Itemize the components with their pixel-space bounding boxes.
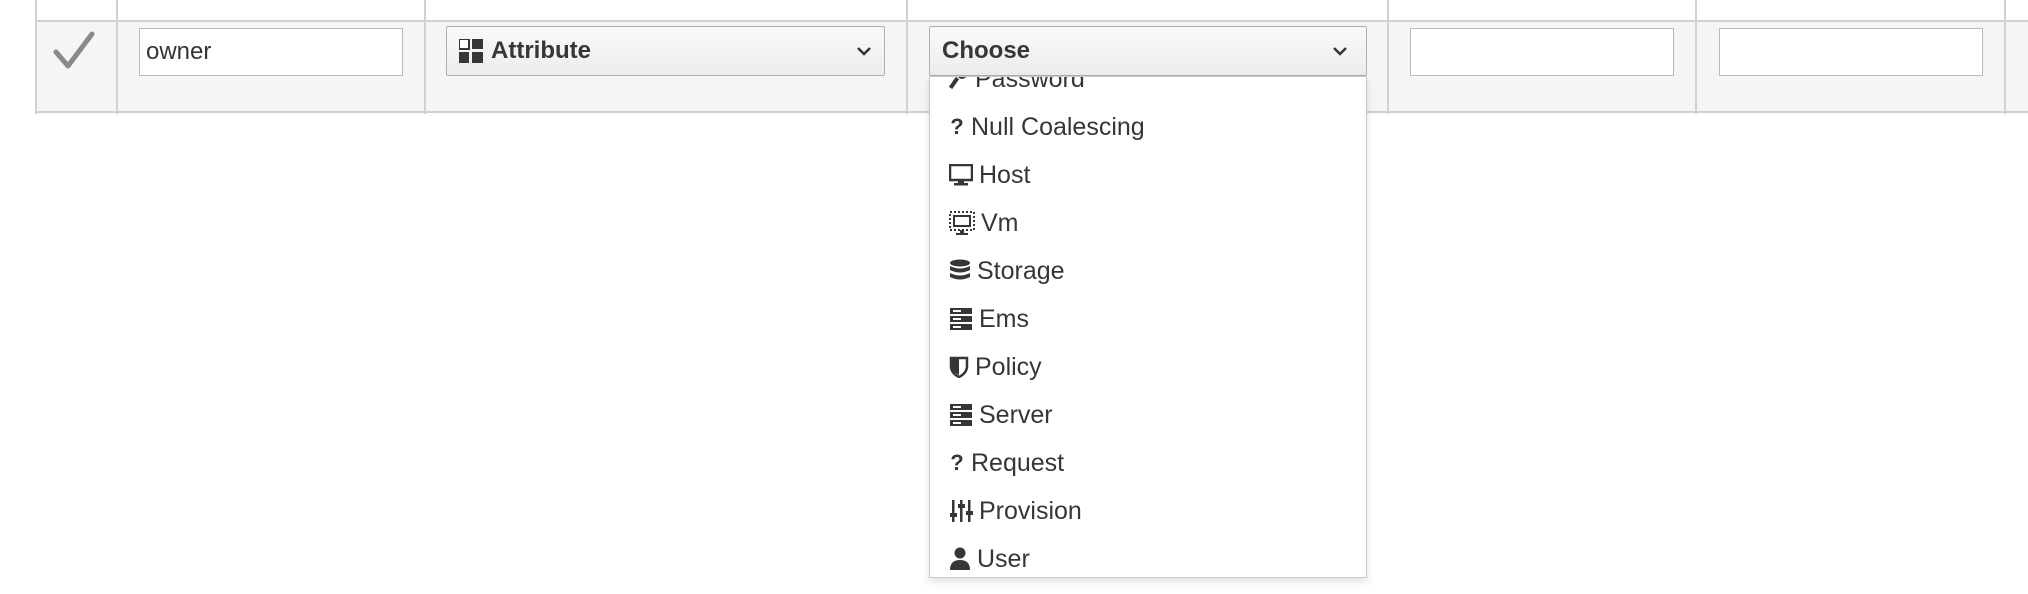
dropdown-item-ems[interactable]: Ems: [930, 295, 1366, 343]
question-icon: ?: [950, 450, 964, 475]
desktop-icon: [949, 164, 973, 186]
shield-icon: [949, 356, 969, 378]
column-divider: [906, 0, 908, 114]
value-input-2[interactable]: [1719, 28, 1983, 76]
name-input[interactable]: [139, 28, 403, 76]
chevron-down-icon: [1320, 46, 1360, 56]
dropdown-item-label: Policy: [975, 352, 1042, 381]
server-stack-icon: [949, 307, 973, 331]
column-divider: [35, 0, 37, 114]
table-header-row: [35, 0, 2028, 20]
dropdown-item-null-coalescing[interactable]: ? Null Coalescing: [930, 103, 1366, 151]
value-select[interactable]: Choose: [929, 26, 1367, 76]
dropdown-item-password[interactable]: Password: [930, 76, 1366, 103]
type-select-label: Attribute: [491, 37, 591, 64]
row-check-button[interactable]: [52, 30, 96, 74]
dropdown-item-label: Storage: [977, 256, 1065, 285]
dropdown-item-provision[interactable]: Provision: [930, 487, 1366, 535]
virtual-machine-icon: [949, 211, 975, 235]
checkmark-icon: [53, 31, 95, 69]
question-icon: ?: [950, 114, 964, 139]
dropdown-item-server[interactable]: Server: [930, 391, 1366, 439]
attribute-grid-icon: [459, 39, 487, 63]
dropdown-item-vm[interactable]: Vm: [930, 199, 1366, 247]
dropdown-item-label: User: [977, 544, 1030, 573]
value-select-label: Choose: [942, 37, 1031, 64]
dropdown-item-host[interactable]: Host: [930, 151, 1366, 199]
column-divider: [424, 0, 426, 114]
user-icon: [949, 547, 971, 571]
value-input-1[interactable]: [1410, 28, 1674, 76]
column-divider: [1695, 0, 1697, 114]
key-icon: [949, 77, 969, 90]
server-stack-icon: [949, 403, 973, 427]
type-select[interactable]: Attribute: [446, 26, 885, 76]
column-divider: [116, 0, 118, 114]
column-divider: [1387, 0, 1389, 114]
dropdown-item-user[interactable]: User: [930, 535, 1366, 577]
dropdown-item-policy[interactable]: Policy: [930, 343, 1366, 391]
sliders-icon: [949, 499, 973, 523]
chevron-down-icon: [844, 46, 884, 56]
dropdown-item-label: Provision: [979, 496, 1082, 525]
value-dropdown-menu: Password ? Null Coalescing Host Vm Stora…: [929, 76, 1367, 578]
dropdown-item-label: Server: [979, 400, 1053, 429]
database-icon: [949, 259, 971, 283]
column-divider: [2004, 0, 2006, 114]
dropdown-item-request[interactable]: ? Request: [930, 439, 1366, 487]
dropdown-item-storage[interactable]: Storage: [930, 247, 1366, 295]
dropdown-item-label: Ems: [979, 304, 1029, 333]
dropdown-item-label: Host: [979, 160, 1031, 189]
dropdown-item-label: Null Coalescing: [971, 112, 1145, 141]
dropdown-item-label: Password: [975, 76, 1085, 93]
dropdown-item-label: Vm: [981, 208, 1019, 237]
dropdown-item-label: Request: [971, 448, 1065, 477]
